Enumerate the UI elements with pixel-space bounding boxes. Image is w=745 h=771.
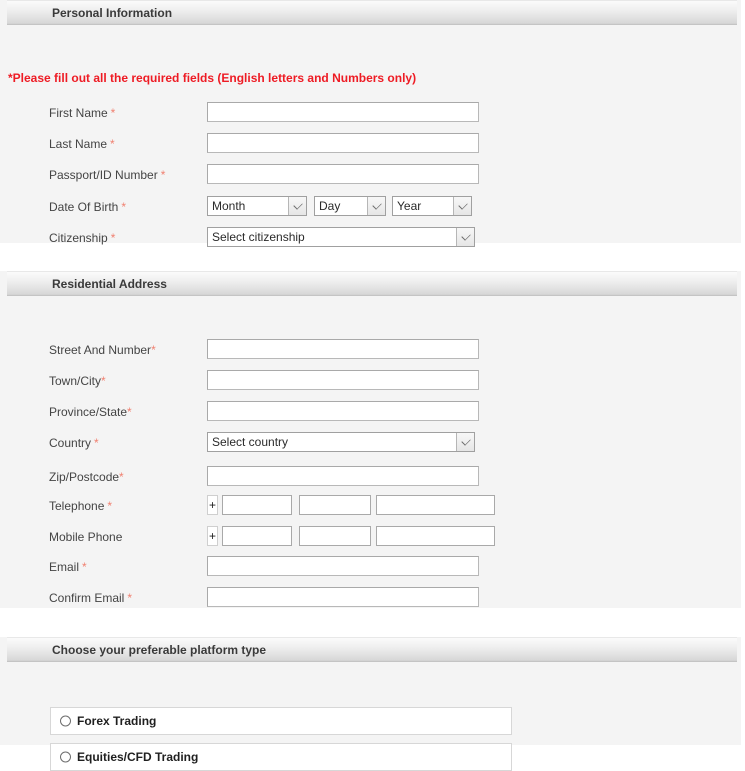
mobile-area-code-input[interactable] (299, 526, 371, 546)
required-asterisk: * (82, 560, 87, 574)
province-state-label: Province/State* (49, 405, 132, 419)
personal-information-title: Personal Information (52, 5, 173, 20)
first-name-label: First Name * (49, 106, 116, 120)
mobile-country-code-input[interactable] (222, 526, 292, 546)
residential-address-title: Residential Address (52, 276, 167, 291)
page-right-margin (741, 0, 745, 745)
telephone-number-input[interactable] (376, 495, 495, 515)
platform-type-title: Choose your preferable platform type (52, 642, 267, 657)
chevron-down-icon[interactable] (456, 228, 474, 246)
required-asterisk: * (107, 499, 113, 513)
date-of-birth-label: Date Of Birth * (49, 200, 127, 214)
country-value: Select country (212, 435, 289, 449)
confirm-email-label: Confirm Email * (49, 591, 133, 605)
citizenship-label: Citizenship * (49, 231, 116, 245)
platform-option-label: Forex Trading (77, 714, 157, 728)
street-input[interactable] (207, 339, 479, 359)
dob-year-select[interactable]: Year (392, 196, 472, 216)
email-label: Email * (49, 560, 87, 574)
telephone-country-code-input[interactable] (222, 495, 292, 515)
email-input[interactable] (207, 556, 479, 576)
chevron-down-icon[interactable] (453, 197, 471, 215)
zip-postcode-label: Zip/Postcode* (49, 470, 124, 484)
last-name-input[interactable] (207, 133, 479, 153)
dob-day-value: Day (319, 199, 341, 213)
required-asterisk: * (101, 374, 106, 388)
chevron-down-icon[interactable] (288, 197, 306, 215)
required-fields-notice: *Please fill out all the required fields… (8, 71, 417, 85)
dob-month-value: Month (212, 199, 246, 213)
dob-day-select[interactable]: Day (314, 196, 386, 216)
town-city-input[interactable] (207, 370, 479, 390)
mobile-number-input[interactable] (376, 526, 495, 546)
country-label: Country * (49, 436, 99, 450)
telephone-plus-prefix: + (207, 495, 218, 515)
required-asterisk: * (121, 200, 127, 214)
required-asterisk: * (110, 231, 116, 245)
required-asterisk: * (110, 106, 116, 120)
province-state-input[interactable] (207, 401, 479, 421)
confirm-email-input[interactable] (207, 587, 479, 607)
citizenship-select[interactable]: Select citizenship (207, 227, 475, 247)
required-asterisk: * (127, 591, 133, 605)
radio-button-icon[interactable] (60, 751, 71, 763)
town-city-label: Town/City* (49, 374, 106, 388)
street-label: Street And Number* (49, 343, 156, 357)
radio-button-icon[interactable] (60, 715, 71, 727)
required-asterisk: * (94, 436, 99, 450)
required-asterisk: * (160, 168, 166, 182)
registration-form-page: Personal Information *Please fill out al… (0, 0, 745, 771)
mobile-phone-label: Mobile Phone (49, 530, 123, 544)
telephone-label: Telephone * (49, 499, 113, 513)
required-asterisk: * (151, 343, 156, 357)
passport-id-input[interactable] (207, 164, 479, 184)
required-asterisk: * (127, 405, 132, 419)
telephone-area-code-input[interactable] (299, 495, 371, 515)
platform-type-header: Choose your preferable platform type (7, 637, 737, 662)
platform-option-equities-cfd-trading[interactable]: Equities/CFD Trading (50, 743, 512, 771)
chevron-down-icon[interactable] (367, 197, 385, 215)
zip-postcode-input[interactable] (207, 466, 479, 486)
platform-option-label: Equities/CFD Trading (77, 750, 199, 764)
residential-address-panel: Residential Address Street And Number* T… (0, 271, 741, 608)
personal-information-panel: Personal Information *Please fill out al… (0, 0, 741, 247)
personal-information-header: Personal Information (7, 0, 737, 25)
required-asterisk: * (110, 137, 115, 151)
dob-month-select[interactable]: Month (207, 196, 307, 216)
chevron-down-icon[interactable] (456, 433, 474, 451)
dob-year-value: Year (397, 199, 422, 213)
citizenship-value: Select citizenship (212, 230, 305, 244)
platform-type-panel: Choose your preferable platform type For… (0, 637, 741, 771)
country-select[interactable]: Select country (207, 432, 475, 452)
last-name-label: Last Name * (49, 137, 115, 151)
passport-id-label: Passport/ID Number * (49, 168, 166, 182)
residential-address-header: Residential Address (7, 271, 737, 296)
mobile-plus-prefix: + (207, 526, 218, 546)
required-asterisk: * (119, 470, 124, 484)
platform-option-forex-trading[interactable]: Forex Trading (50, 707, 512, 735)
first-name-input[interactable] (207, 102, 479, 122)
